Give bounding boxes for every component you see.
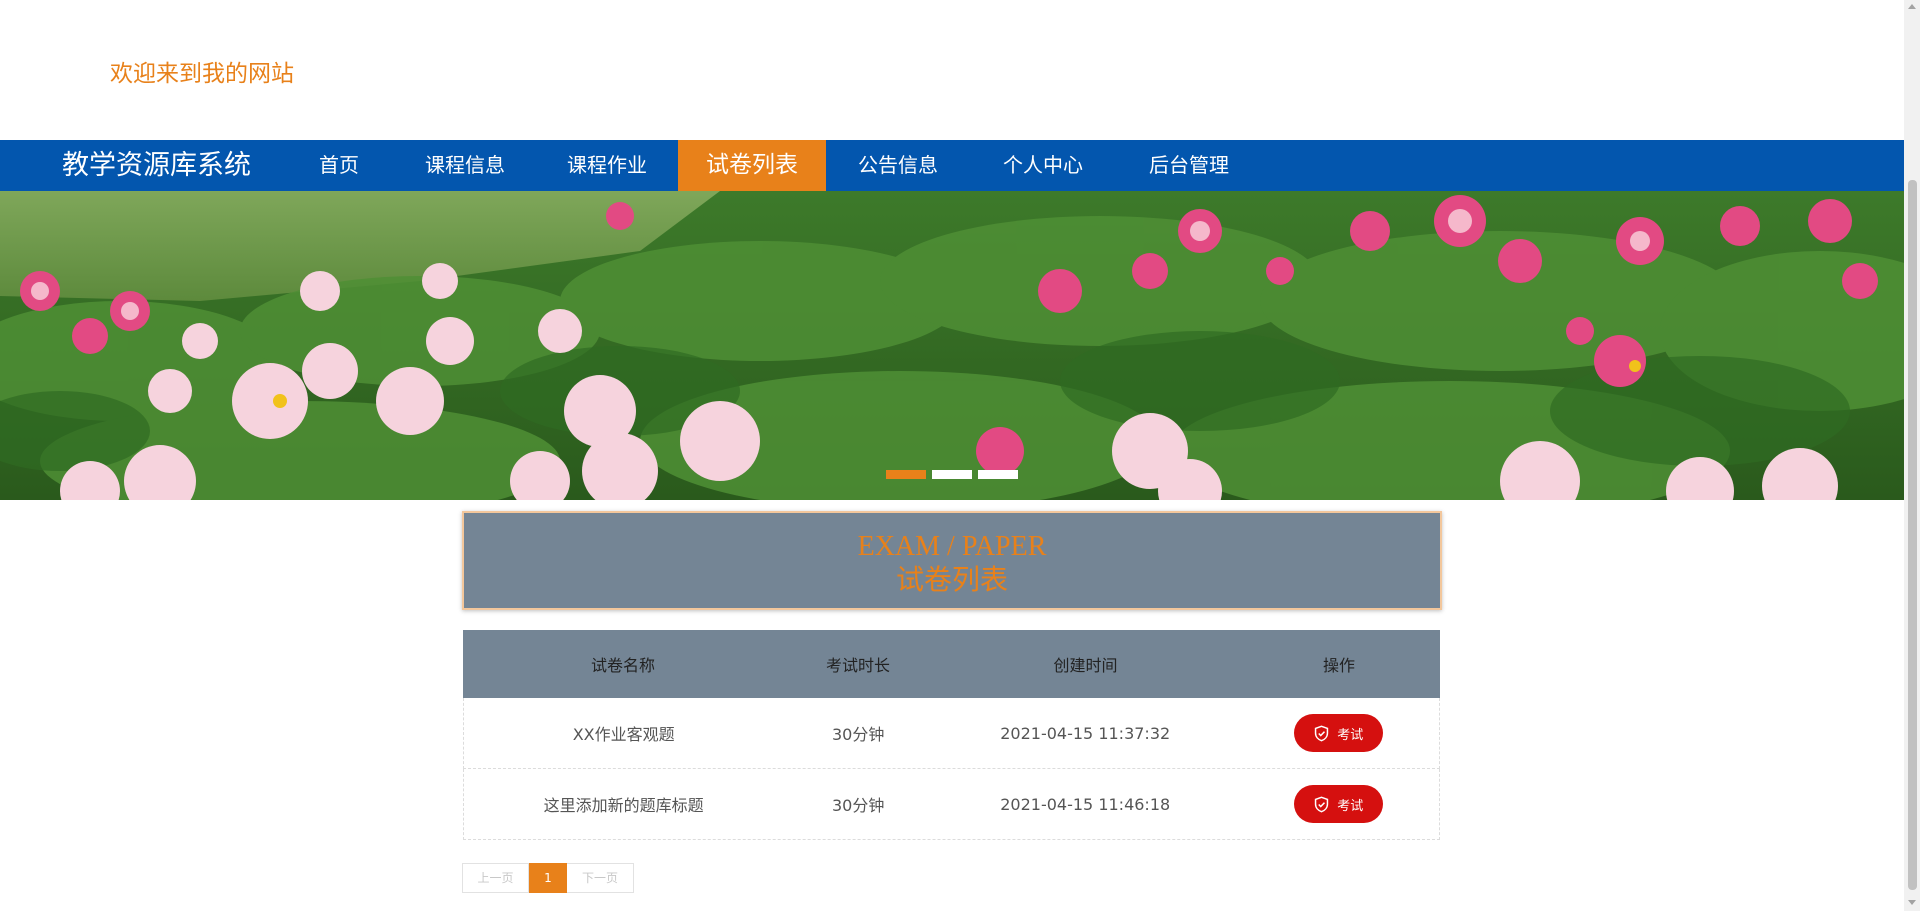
scroll-down-icon[interactable]	[1908, 900, 1916, 905]
exam-name-cell: 这里添加新的题库标题	[543, 796, 704, 815]
created-time-cell: 2021-04-15 11:46:18	[1000, 794, 1171, 814]
col-header-duration: 考试时长	[825, 656, 890, 675]
site-brand[interactable]: 教学资源库系统	[62, 140, 251, 191]
scroll-up-icon[interactable]	[1908, 4, 1916, 9]
duration-cell: 30分钟	[832, 725, 885, 744]
nav-item-home[interactable]: 首页	[297, 140, 381, 191]
prev-page-button[interactable]: 上一页	[462, 863, 529, 893]
nav-item-announcements[interactable]: 公告信息	[838, 140, 958, 191]
banner-flowers-image	[0, 191, 1904, 500]
page-1-button[interactable]: 1	[529, 863, 567, 893]
action-cell: 考试	[1237, 785, 1439, 823]
pagination: 上一页 1 下一页	[462, 863, 634, 893]
banner-carousel[interactable]	[0, 191, 1904, 500]
nav-item-exam-list[interactable]: 试卷列表	[678, 140, 826, 191]
main-nav: 教学资源库系统 首页 课程信息 课程作业 试卷列表 公告信息 个人中心 后台管理	[0, 140, 1904, 191]
take-exam-button[interactable]: 考试	[1293, 785, 1383, 823]
carousel-dot-3[interactable]	[978, 470, 1018, 479]
take-exam-label: 考试	[1337, 727, 1364, 743]
created-time-cell: 2021-04-15 11:37:32	[1000, 723, 1171, 743]
section-title-box: EXAM / PAPER 试卷列表	[462, 511, 1442, 610]
carousel-dot-2[interactable]	[932, 470, 972, 479]
table-header-row: 试卷名称 考试时长 创建时间 操作	[463, 630, 1440, 698]
section-title-cn: 试卷列表	[895, 563, 1008, 596]
take-exam-button[interactable]: 考试	[1293, 714, 1383, 752]
take-exam-label: 考试	[1337, 798, 1364, 814]
welcome-text: 欢迎来到我的网站	[110, 61, 294, 87]
carousel-dot-1[interactable]	[886, 470, 926, 479]
table-row: 这里添加新的题库标题 30分钟 2021-04-15 11:46:18 考试	[463, 769, 1440, 840]
vertical-scrollbar[interactable]	[1904, 0, 1920, 911]
nav-item-course-info[interactable]: 课程信息	[405, 140, 525, 191]
nav-item-course-homework[interactable]: 课程作业	[548, 140, 666, 191]
duration-cell: 30分钟	[832, 796, 885, 815]
table-row: XX作业客观题 30分钟 2021-04-15 11:37:32 考试	[463, 698, 1440, 769]
shield-check-icon	[1314, 724, 1329, 742]
page: 欢迎来到我的网站 教学资源库系统 首页 课程信息 课程作业 试卷列表 公告信息 …	[0, 0, 1920, 911]
next-page-button[interactable]: 下一页	[567, 863, 634, 893]
nav-item-personal-center[interactable]: 个人中心	[982, 140, 1104, 191]
nav-item-admin[interactable]: 后台管理	[1128, 140, 1250, 191]
action-cell: 考试	[1237, 714, 1439, 752]
section-title-en: EXAM / PAPER	[857, 531, 1047, 562]
exam-table: 试卷名称 考试时长 创建时间 操作 XX作业客观题 30分钟 2021-04-1…	[463, 630, 1440, 840]
exam-name-cell: XX作业客观题	[572, 725, 675, 744]
col-header-created-time: 创建时间	[1053, 656, 1118, 675]
col-header-action: 操作	[1322, 656, 1355, 675]
shield-check-icon	[1314, 795, 1329, 813]
col-header-exam-name: 试卷名称	[590, 656, 655, 675]
scrollbar-thumb[interactable]	[1908, 180, 1917, 890]
